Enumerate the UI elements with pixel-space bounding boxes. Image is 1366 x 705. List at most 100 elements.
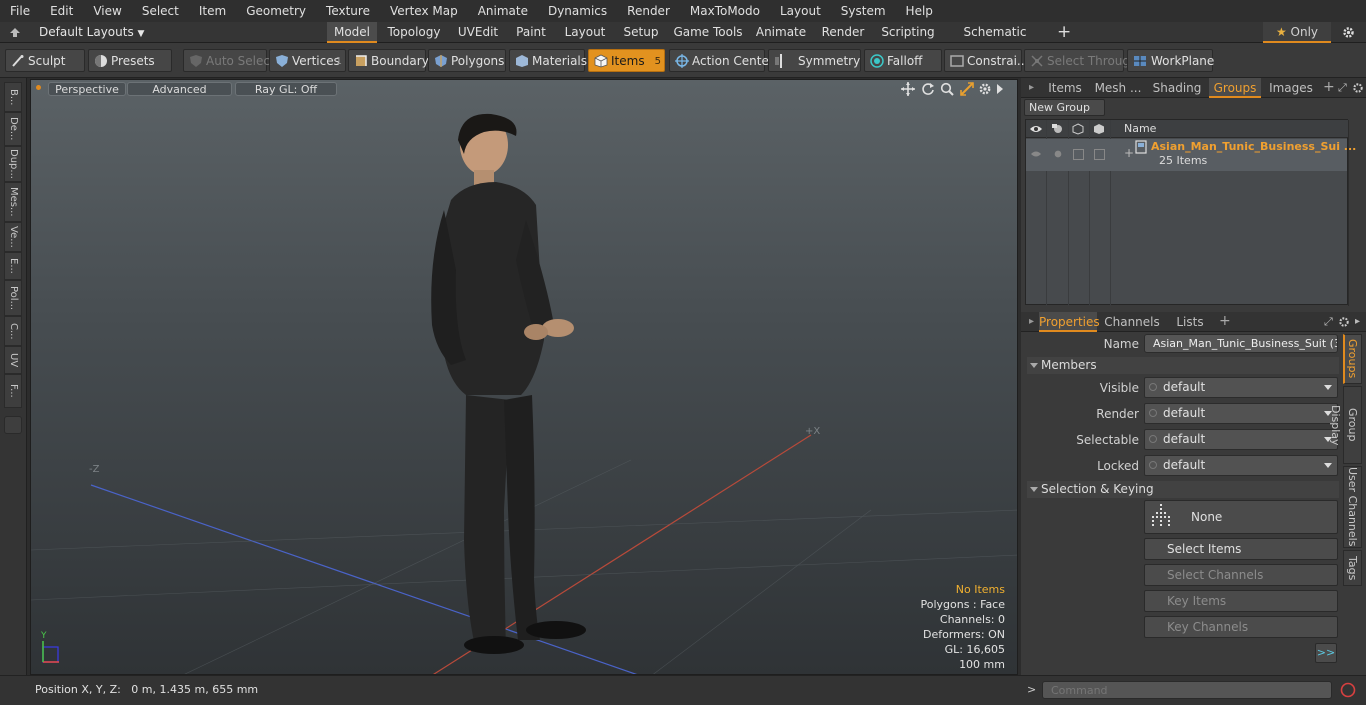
tab-images[interactable]: Images [1265, 78, 1317, 98]
menu-texture[interactable]: Texture [316, 0, 380, 22]
menu-vertex-map[interactable]: Vertex Map [380, 0, 468, 22]
strip-tab-uv[interactable]: UV [4, 346, 22, 374]
tab-model[interactable]: Model [327, 22, 377, 43]
zoom-view-icon[interactable] [940, 82, 954, 96]
menu-geometry[interactable]: Geometry [236, 0, 316, 22]
presets-button[interactable]: Presets [88, 49, 172, 72]
lock-cube-icon[interactable] [1072, 123, 1084, 135]
tab-topology[interactable]: Topology [382, 22, 446, 43]
tab-paint[interactable]: Paint [510, 22, 552, 43]
character-model[interactable] [406, 110, 606, 655]
group-name-field[interactable]: Asian_Man_Tunic_Business_Suit (3) [1144, 334, 1338, 353]
tab-layout[interactable]: Layout [560, 22, 610, 43]
locked-dropdown[interactable]: default [1144, 455, 1338, 476]
tab-lists[interactable]: Lists [1167, 312, 1213, 332]
layouts-dropdown[interactable]: Default Layouts ▼ [39, 22, 144, 43]
tab-setup[interactable]: Setup [618, 22, 664, 43]
tab-items[interactable]: Items [1045, 78, 1085, 98]
vertices-button[interactable]: Vertices 1 [269, 49, 346, 72]
menu-file[interactable]: File [0, 0, 40, 22]
side-tab-groups[interactable]: Groups [1343, 334, 1362, 384]
menu-dynamics[interactable]: Dynamics [538, 0, 617, 22]
materials-button[interactable]: Materials [509, 49, 587, 72]
none-button[interactable]: None [1144, 500, 1338, 534]
layout-collapse-icon[interactable] [9, 27, 21, 38]
move-view-icon[interactable] [901, 82, 915, 96]
tab-groups[interactable]: Groups [1209, 78, 1261, 98]
row-eye-icon[interactable] [1030, 149, 1042, 159]
panel-gear-icon[interactable] [1352, 82, 1364, 94]
strip-tab-polygon[interactable]: Pol... [4, 280, 22, 316]
new-group-button[interactable]: New Group [1024, 99, 1105, 116]
strip-tab-deform[interactable]: De... [4, 112, 22, 146]
menu-render[interactable]: Render [617, 0, 680, 22]
falloff-button[interactable]: Falloff [864, 49, 942, 72]
action-center-button[interactable]: Action Center [669, 49, 774, 72]
select-items-button[interactable]: Select Items [1144, 538, 1338, 560]
menu-edit[interactable]: Edit [40, 0, 83, 22]
viewport-options-dot[interactable] [36, 85, 41, 90]
auto-select-button[interactable]: Auto Select [183, 49, 275, 72]
view-mode-button[interactable]: Perspective [48, 82, 126, 96]
strip-tab-curve[interactable]: C... [4, 316, 22, 346]
menu-view[interactable]: View [83, 0, 131, 22]
tab-animate[interactable]: Animate [752, 22, 810, 43]
panel-handle-icon[interactable]: ▸ [1029, 78, 1034, 98]
eye-icon[interactable] [1029, 123, 1043, 135]
3d-viewport[interactable]: +X -Z Perspective Advanced Ray GL: Off Y… [30, 79, 1018, 675]
gear-icon[interactable] [1342, 26, 1355, 39]
maximize-view-icon[interactable] [960, 82, 974, 96]
strip-tab-mesh[interactable]: Mes... [4, 182, 22, 222]
more-button[interactable]: >> [1315, 643, 1337, 663]
add-tab-icon[interactable]: + [1219, 312, 1231, 331]
expand-icon[interactable]: ⤢ [1338, 78, 1347, 97]
row-lock-checkbox[interactable] [1073, 149, 1084, 160]
sculpt-button[interactable]: Sculpt [5, 49, 85, 72]
tab-shading[interactable]: Shading [1149, 78, 1205, 98]
add-tab-icon[interactable]: + [1323, 78, 1335, 97]
tab-channels[interactable]: Channels [1103, 312, 1161, 332]
expand-group-icon[interactable]: + [1124, 146, 1134, 160]
strip-tab-duplicate[interactable]: Dup... [4, 146, 22, 182]
panel-more-icon[interactable]: ▸ [1355, 312, 1360, 331]
row-render-icon[interactable] [1052, 149, 1064, 159]
render-dropdown[interactable]: default [1144, 403, 1338, 424]
menu-layout[interactable]: Layout [770, 0, 831, 22]
tab-schematic-fusion[interactable]: Schematic Fusion [946, 22, 1044, 59]
workplane-button[interactable]: WorkPlane [1127, 49, 1214, 72]
tab-mesh[interactable]: Mesh ... [1091, 78, 1145, 98]
tab-uvedit[interactable]: UVEdit [452, 22, 504, 43]
menu-help[interactable]: Help [896, 0, 943, 22]
side-tab-group-display[interactable]: Group Display [1329, 386, 1362, 464]
only-toggle[interactable]: ★ Only [1263, 22, 1331, 43]
tab-scripting[interactable]: Scripting [878, 22, 938, 43]
menu-item[interactable]: Item [189, 0, 236, 22]
record-icon[interactable] [1340, 682, 1356, 698]
side-tab-tags[interactable]: Tags [1343, 550, 1362, 586]
members-section[interactable]: Members [1027, 357, 1339, 374]
strip-tab-b[interactable]: B... [4, 82, 22, 112]
tab-render[interactable]: Render [818, 22, 868, 43]
strip-tab-fusion[interactable]: F... [4, 374, 22, 408]
tab-game-tools[interactable]: Game Tools [672, 22, 744, 43]
menu-animate[interactable]: Animate [468, 0, 538, 22]
strip-toggle-icon[interactable] [4, 416, 22, 434]
panel-handle-icon[interactable]: ▸ [1029, 312, 1034, 332]
tab-properties[interactable]: Properties [1039, 312, 1100, 332]
rotate-view-icon[interactable] [921, 82, 935, 96]
viewport-gear-icon[interactable] [978, 82, 992, 96]
selectable-dropdown[interactable]: default [1144, 429, 1338, 450]
select-through-button[interactable]: Select Through [1024, 49, 1138, 72]
command-input[interactable] [1042, 681, 1332, 699]
select-cube-icon[interactable] [1093, 123, 1105, 135]
group-row[interactable]: + Asian_Man_Tunic_Business_Sui ... 25 It… [1026, 139, 1356, 171]
boundary-button[interactable]: Boundary [348, 49, 429, 72]
visible-dropdown[interactable]: default [1144, 377, 1338, 398]
polygons-button[interactable]: Polygons [428, 49, 506, 72]
items-button[interactable]: Items 5 [588, 49, 665, 72]
select-channels-button[interactable]: Select Channels [1144, 564, 1338, 586]
symmetry-button[interactable]: Symmetry [768, 49, 861, 72]
add-tab-icon[interactable]: + [1057, 22, 1071, 42]
constraints-button[interactable]: Constrai... [944, 49, 1028, 72]
raygl-button[interactable]: Ray GL: Off [235, 82, 337, 96]
